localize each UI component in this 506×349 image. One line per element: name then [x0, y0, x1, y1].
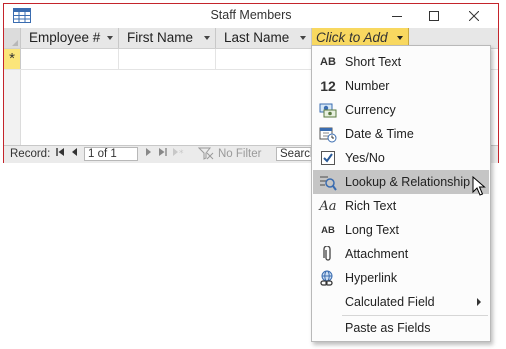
record-selector-strip [4, 70, 21, 145]
first-record-icon [56, 148, 64, 156]
no-filter-icon [197, 147, 214, 162]
close-icon [469, 11, 479, 21]
menu-item-number[interactable]: 12 Number [313, 74, 489, 98]
menu-item-label: Short Text [345, 55, 402, 69]
select-all-corner[interactable] [4, 28, 21, 48]
menu-item-label: Date & Time [345, 127, 414, 141]
maximize-button[interactable] [416, 4, 452, 28]
menu-item-label: Lookup & Relationship [345, 175, 471, 189]
svg-text:*: * [179, 149, 184, 157]
column-label: Last Name [224, 30, 290, 45]
menu-item-label: Attachment [345, 247, 409, 261]
menu-item-attachment[interactable]: Attachment [313, 242, 489, 266]
column-label: Click to Add [316, 30, 388, 45]
chevron-down-icon[interactable] [300, 36, 306, 40]
table-cell[interactable] [216, 49, 312, 69]
hyperlink-icon [319, 269, 337, 287]
record-label: Record: [10, 148, 51, 160]
last-record-icon [159, 148, 167, 156]
last-record-button[interactable] [158, 147, 168, 162]
column-label: Employee # [29, 30, 101, 45]
field-type-menu: AB Short Text 12 Number Currency Date & … [311, 45, 491, 342]
menu-item-calculated-field[interactable]: Calculated Field [313, 290, 489, 314]
menu-item-yes-no[interactable]: Yes/No [313, 146, 489, 170]
minimize-icon [392, 16, 402, 17]
menu-item-label: Paste as Fields [345, 321, 431, 335]
menu-item-rich-text[interactable]: Aa Rich Text [313, 194, 489, 218]
checkbox-icon [319, 149, 337, 167]
next-record-icon [146, 148, 151, 156]
menu-item-short-text[interactable]: AB Short Text [313, 50, 489, 74]
chevron-down-icon[interactable] [204, 36, 210, 40]
paperclip-icon [319, 245, 337, 263]
menu-item-label: Number [345, 79, 390, 93]
menu-item-currency[interactable]: Currency [313, 98, 489, 122]
new-record-button[interactable]: * [172, 147, 186, 162]
next-record-button[interactable] [143, 147, 153, 162]
menu-item-label: Currency [345, 103, 396, 117]
menu-item-hyperlink[interactable]: Hyperlink [313, 266, 489, 290]
menu-item-label: Yes/No [345, 151, 385, 165]
menu-item-long-text[interactable]: AB Long Text [313, 218, 489, 242]
chevron-down-icon[interactable] [107, 36, 113, 40]
close-button[interactable] [456, 4, 492, 28]
no-filter-button[interactable]: No Filter [218, 147, 261, 162]
menu-item-paste-as-fields[interactable]: Paste as Fields [313, 316, 489, 340]
maximize-icon [429, 11, 439, 21]
calendar-icon [319, 125, 337, 143]
menu-item-label: Hyperlink [345, 271, 398, 285]
minimize-button[interactable] [379, 4, 415, 28]
chevron-right-icon [477, 298, 481, 306]
new-record-selector[interactable]: * [4, 49, 21, 69]
menu-item-label: Rich Text [345, 199, 397, 213]
table-cell[interactable] [119, 49, 216, 69]
column-label: First Name [127, 30, 194, 45]
menu-item-lookup-relationship[interactable]: Lookup & Relationship [313, 170, 489, 194]
long-text-icon: AB [321, 224, 335, 236]
table-cell[interactable] [21, 49, 119, 69]
chevron-down-icon[interactable] [397, 36, 403, 40]
title-bar[interactable]: Staff Members [4, 4, 498, 28]
lookup-icon [319, 173, 337, 191]
menu-item-label: Long Text [345, 223, 399, 237]
previous-record-button[interactable] [70, 147, 80, 162]
previous-record-icon [72, 148, 77, 156]
number-icon: 12 [320, 78, 336, 94]
mouse-cursor-icon [472, 176, 486, 196]
column-header-first-name[interactable]: First Name [119, 28, 216, 48]
new-record-icon: * [173, 148, 184, 159]
rich-text-icon: Aa [319, 198, 337, 214]
first-record-button[interactable] [55, 147, 65, 162]
menu-item-date-time[interactable]: Date & Time [313, 122, 489, 146]
column-header-employee-number[interactable]: Employee # [21, 28, 119, 48]
current-record-field[interactable]: 1 of 1 [84, 147, 138, 161]
menu-item-label: Calculated Field [345, 295, 435, 309]
currency-icon [319, 101, 337, 119]
search-input[interactable]: Search [276, 147, 316, 161]
short-text-icon: AB [320, 56, 336, 68]
column-header-last-name[interactable]: Last Name [216, 28, 312, 48]
